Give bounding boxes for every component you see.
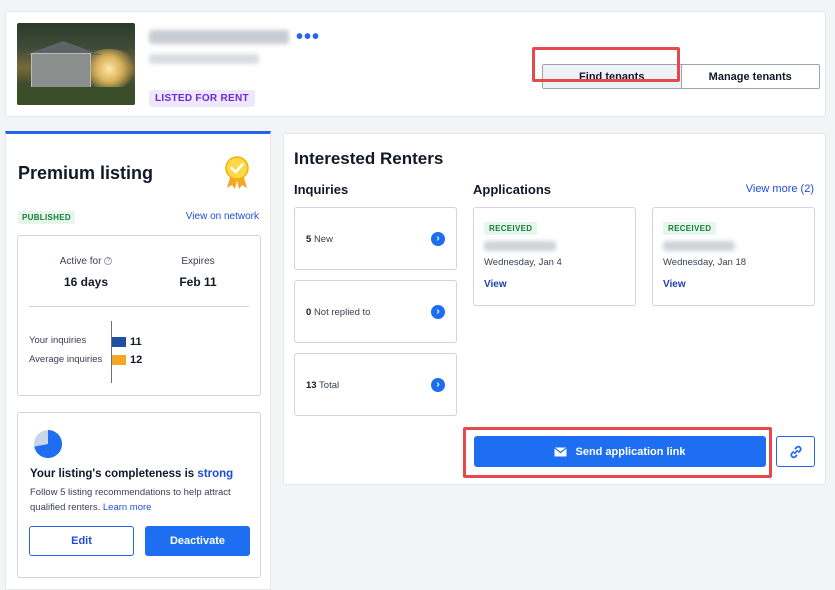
completeness-title: Your listing's completeness is strong <box>30 468 234 480</box>
published-badge: PUBLISHED <box>18 211 75 224</box>
learn-more-link[interactable]: Learn more <box>103 502 152 513</box>
send-application-link-label: Send application link <box>575 445 686 458</box>
application-card[interactable]: RECEIVED Wednesday, Jan 18 View <box>652 207 815 306</box>
applications-heading: Applications <box>473 182 552 197</box>
tenant-tabs: Find tenants Manage tenants <box>542 64 820 89</box>
envelope-icon <box>554 446 568 456</box>
chevron-right-icon[interactable]: › <box>431 305 445 319</box>
help-icon[interactable]: ? <box>104 257 113 265</box>
view-application-link[interactable]: View <box>484 279 507 290</box>
completeness-description: Follow 5 listing recommendations to help… <box>30 487 231 513</box>
active-for-stat: Active for ? 16 days <box>56 256 116 289</box>
expires-value: Feb 11 <box>179 275 217 289</box>
chevron-right-icon[interactable]: › <box>431 232 445 246</box>
tab-find-tenants[interactable]: Find tenants <box>543 65 681 88</box>
listing-status-badge: LISTED FOR RENT <box>149 90 255 107</box>
inquiry-total-card[interactable]: 13 Total › <box>294 353 457 416</box>
completeness-level: strong <box>197 468 234 480</box>
applicant-name <box>663 241 735 251</box>
listing-stats-box: Active for ? 16 days Expires Feb 11 Your… <box>17 235 261 396</box>
interested-renters-panel: Interested Renters Inquiries Application… <box>283 133 826 485</box>
inquiries-heading: Inquiries <box>294 182 349 197</box>
interested-renters-title: Interested Renters <box>294 149 444 168</box>
completeness-pie-icon <box>34 430 63 458</box>
expires-stat: Expires Feb 11 <box>168 256 228 289</box>
deactivate-button[interactable]: Deactivate <box>145 526 250 556</box>
received-badge: RECEIVED <box>484 222 538 235</box>
application-date: Wednesday, Jan 18 <box>663 257 747 268</box>
property-address <box>149 30 289 44</box>
premium-listing-panel: Premium listing PUBLISHED View on networ… <box>5 131 271 590</box>
more-options-icon[interactable]: ••• <box>296 27 320 47</box>
inquiry-not-replied-card[interactable]: 0 Not replied to › <box>294 280 457 343</box>
average-inquiries-label: Average inquiries <box>29 354 103 365</box>
view-more-link[interactable]: View more (2) <box>746 183 814 195</box>
property-photo[interactable] <box>17 23 135 105</box>
received-badge: RECEIVED <box>663 222 717 235</box>
edit-button[interactable]: Edit <box>29 526 134 556</box>
view-application-link[interactable]: View <box>663 279 686 290</box>
application-card[interactable]: RECEIVED Wednesday, Jan 4 View <box>473 207 636 306</box>
link-icon <box>789 445 802 458</box>
send-application-link-button[interactable]: Send application link <box>474 436 766 467</box>
active-for-value: 16 days <box>63 275 109 289</box>
copy-link-button[interactable] <box>776 436 815 467</box>
inquiry-new-card[interactable]: 5 New › <box>294 207 457 270</box>
chart-axis <box>111 321 112 383</box>
view-on-network-link[interactable]: View on network <box>186 211 259 222</box>
expires-label: Expires <box>181 256 215 267</box>
tab-manage-tenants[interactable]: Manage tenants <box>680 65 820 88</box>
your-inquiries-bar <box>112 337 126 347</box>
applicant-name <box>484 241 556 251</box>
premium-title: Premium listing <box>18 163 154 183</box>
your-inquiries-label: Your inquiries <box>29 335 87 346</box>
stats-divider <box>29 306 249 307</box>
your-inquiries-value: 11 <box>130 336 142 348</box>
active-for-label: Active for <box>59 256 102 267</box>
chevron-right-icon[interactable]: › <box>431 378 445 392</box>
average-inquiries-bar <box>112 355 126 365</box>
verified-badge-icon <box>220 154 254 195</box>
property-city <box>149 54 259 64</box>
completeness-box: Your listing's completeness is strong Fo… <box>17 412 261 578</box>
property-header: ••• LISTED FOR RENT Find tenants Manage … <box>5 11 826 117</box>
average-inquiries-value: 12 <box>130 354 143 366</box>
application-date: Wednesday, Jan 4 <box>484 257 562 268</box>
